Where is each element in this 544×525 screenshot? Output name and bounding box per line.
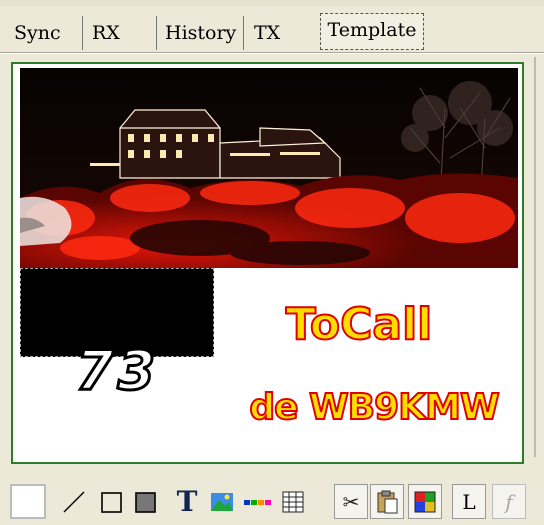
- blank-tool-button[interactable]: [10, 484, 46, 519]
- image-tool-icon[interactable]: [206, 484, 238, 519]
- f-button-label: f: [505, 489, 513, 514]
- cut-icon[interactable]: ✂: [334, 484, 368, 519]
- text-73[interactable]: 73: [74, 342, 159, 399]
- line-tool-icon[interactable]: [56, 484, 92, 519]
- text-de-callsign[interactable]: de WB9KMW: [244, 389, 504, 427]
- filled-rectangle-tool-icon[interactable]: [130, 484, 162, 519]
- rectangle-tool-icon[interactable]: [96, 484, 128, 519]
- panel-edge: [534, 57, 536, 457]
- text-tocall[interactable]: ToCall: [259, 302, 459, 348]
- tab-separator: [82, 16, 83, 50]
- background-photo: [20, 68, 518, 268]
- tab-rx[interactable]: RX: [92, 16, 142, 50]
- text-tool-label: T: [176, 485, 198, 518]
- color-palette-icon[interactable]: [408, 484, 442, 519]
- f-button[interactable]: f: [492, 484, 526, 519]
- paste-icon[interactable]: [370, 484, 404, 519]
- tab-tx[interactable]: TX: [254, 16, 299, 50]
- l-button[interactable]: L: [452, 484, 486, 519]
- tab-template[interactable]: Template: [320, 13, 424, 50]
- tab-history[interactable]: History: [165, 16, 240, 50]
- text-tool-icon[interactable]: T: [170, 484, 204, 519]
- grid-tool-icon[interactable]: [276, 484, 310, 519]
- tab-bar-highlight: [0, 53, 544, 54]
- tab-separator: [156, 16, 157, 50]
- tab-bar: Sync RX History TX Template: [0, 0, 544, 60]
- color-bar-icon[interactable]: [240, 484, 274, 519]
- tab-sync[interactable]: Sync: [14, 16, 76, 50]
- tab-separator: [243, 16, 244, 50]
- l-button-label: L: [462, 489, 476, 514]
